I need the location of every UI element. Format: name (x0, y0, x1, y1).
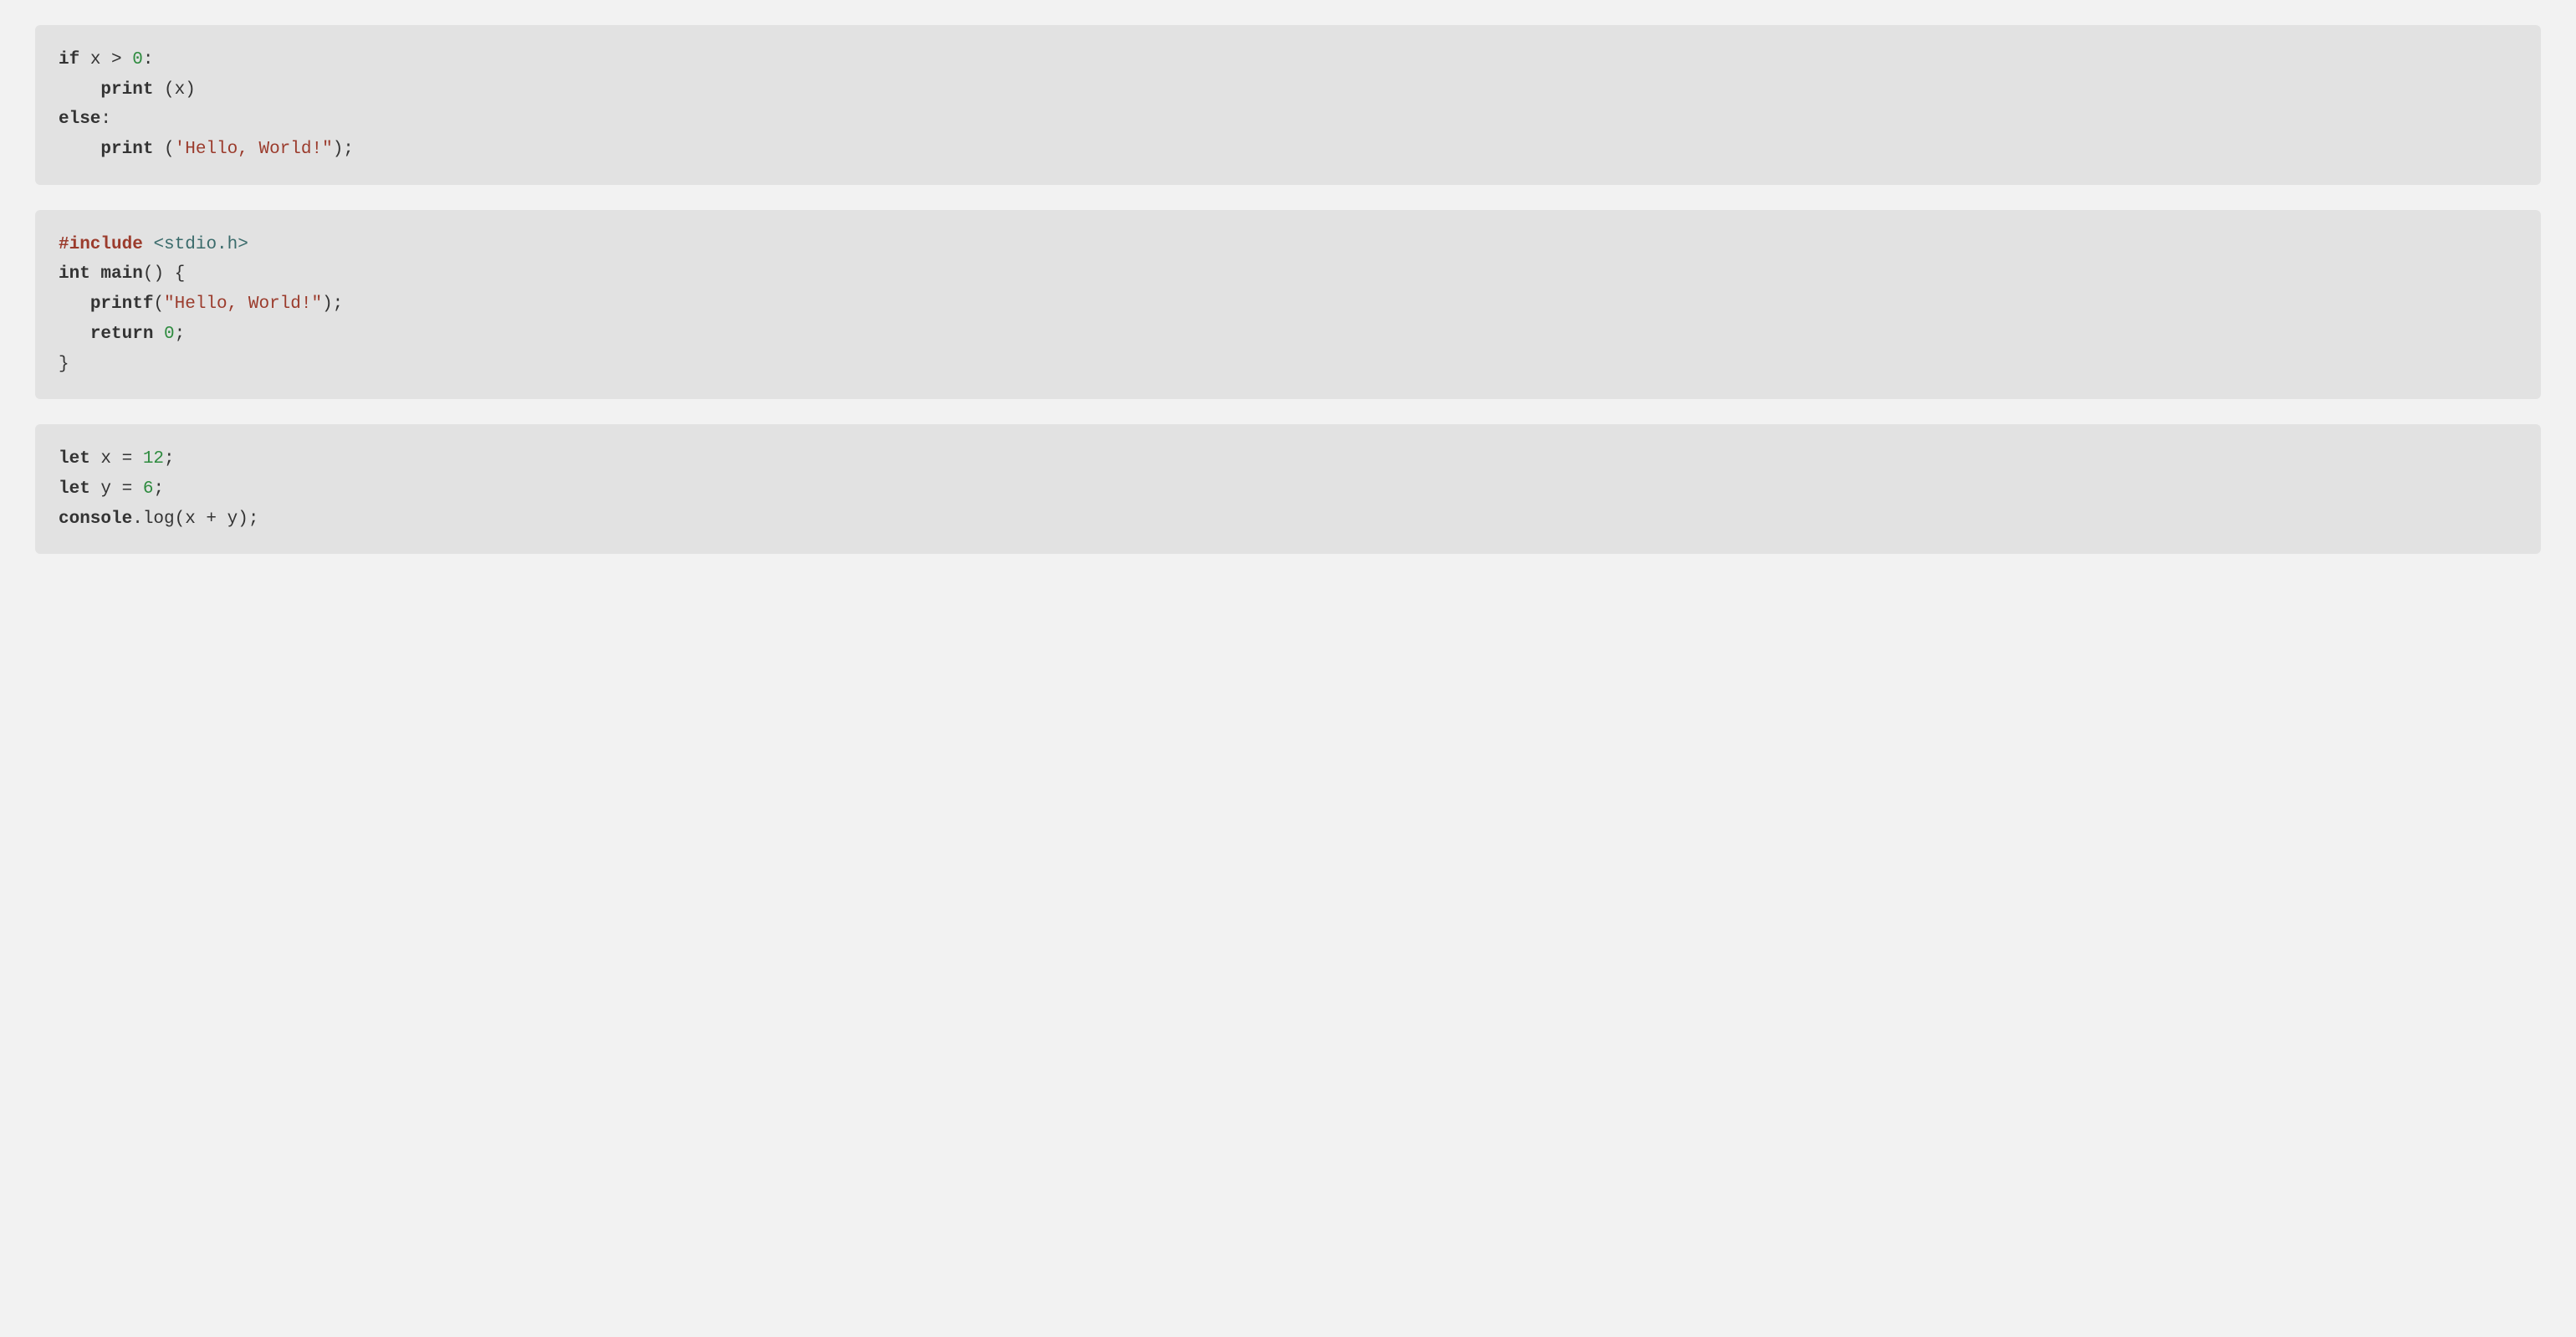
code-block-3: let x = 12; let y = 6; console.log(x + y… (35, 424, 2541, 554)
code-token: "Hello, World!" (164, 295, 322, 314)
code-token: print (100, 80, 153, 100)
code-token: 12 (143, 449, 164, 469)
code-token: else (59, 110, 100, 129)
code-token: #include (59, 235, 143, 254)
code-token: if (59, 50, 79, 69)
code-token: 0 (132, 50, 143, 69)
code-token: 'Hello, World!" (175, 140, 333, 159)
code-block-1: if x > 0: print (x) else: print ('Hello,… (35, 25, 2541, 185)
code-block-container: if x > 0: print (x) else: print ('Hello,… (35, 25, 2541, 554)
code-token: let (59, 479, 90, 499)
code-token: print (100, 140, 153, 159)
code-token: <stdio.h> (153, 235, 248, 254)
code-token: return (90, 325, 154, 344)
code-token: console (59, 510, 132, 529)
code-block-2: #include <stdio.h> int main() { printf("… (35, 210, 2541, 399)
code-token: let (59, 449, 90, 469)
code-token: main (100, 264, 142, 284)
code-token: printf (90, 295, 154, 314)
code-token: 6 (143, 479, 154, 499)
code-token: int (59, 264, 90, 284)
code-token: 0 (164, 325, 175, 344)
